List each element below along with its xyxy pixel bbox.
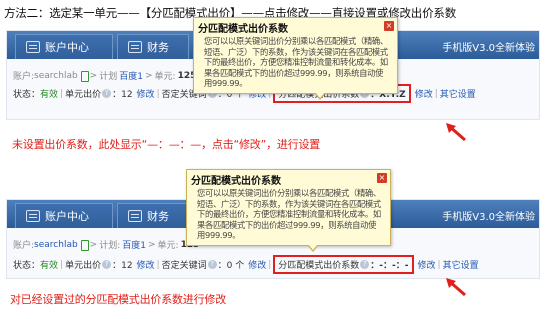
nav-tab-account-center[interactable]: 账户中心 bbox=[15, 203, 113, 228]
nav-tab-label: 账户中心 bbox=[45, 210, 89, 223]
divider: | bbox=[156, 88, 160, 99]
tooltip-title: 分匹配模式出价系数 bbox=[191, 176, 281, 187]
breadcrumb-account[interactable]: searchlab bbox=[34, 71, 78, 81]
status-badge: 有效 bbox=[40, 261, 59, 271]
other-settings-link[interactable]: 其它设置 bbox=[443, 258, 479, 271]
unit-bid-label: 单元出价 bbox=[65, 90, 102, 100]
breadcrumb-account-label: 账户: bbox=[13, 241, 35, 251]
divider: | bbox=[437, 259, 441, 270]
unit-bid-value: ：12 bbox=[112, 90, 133, 100]
bid-coefficient-value: ：-：-：- bbox=[370, 261, 409, 271]
edit-bid-link[interactable]: 修改 bbox=[137, 258, 155, 271]
tooltip-body: 您可以以原关键词出价分别乘以各匹配模式（精确、短语、广泛）下的系数，作为该关键词… bbox=[204, 36, 388, 88]
bid-coefficient-label: 分匹配模式出价系数 bbox=[278, 261, 360, 271]
nav-tab-label: 账户中心 bbox=[45, 41, 89, 54]
breadcrumb-separator: > bbox=[89, 239, 98, 250]
breadcrumb: 账户: searchlab > 计划: 百度1 > 单元: 125 bbox=[13, 238, 199, 251]
account-center-icon bbox=[26, 41, 40, 53]
breadcrumb-unit-label: 单元: bbox=[157, 241, 179, 251]
breadcrumb-separator: > bbox=[144, 70, 153, 81]
breadcrumb-separator: > bbox=[89, 70, 98, 81]
mobile-promo-link[interactable]: 手机版V3.0全新体验 bbox=[442, 39, 535, 54]
edit-coefficient-link[interactable]: 修改 bbox=[418, 258, 436, 271]
finance-icon bbox=[128, 210, 142, 222]
breadcrumb-plan[interactable]: 百度1 bbox=[119, 69, 143, 82]
divider: | bbox=[60, 88, 64, 99]
nav-tab-finance[interactable]: 财务 bbox=[117, 34, 189, 59]
negative-keywords-label: 否定关键词 bbox=[161, 261, 207, 271]
help-icon[interactable]: ? bbox=[207, 260, 217, 269]
status-label: 状态： bbox=[13, 261, 41, 271]
status-badge: 有效 bbox=[40, 90, 59, 100]
nav-tab-label: 财务 bbox=[147, 41, 169, 54]
negative-keywords-value: ：0 个 bbox=[217, 261, 245, 271]
close-icon[interactable]: × bbox=[384, 21, 394, 31]
unit-bid-value: ：12 bbox=[112, 261, 133, 271]
edit-coefficient-link[interactable]: 修改 bbox=[415, 87, 433, 100]
coefficient-help-tooltip: 分匹配模式出价系数 × 您可以以原关键词出价分别乘以各匹配模式（精确、短语、广泛… bbox=[193, 17, 398, 100]
breadcrumb-account-label: 账户: bbox=[13, 72, 35, 82]
divider: | bbox=[60, 259, 64, 270]
breadcrumb-plan-label: 计划: bbox=[99, 241, 121, 251]
breadcrumb-unit-label: 单元: bbox=[154, 72, 176, 82]
account-center-icon bbox=[26, 210, 40, 222]
edit-bid-link[interactable]: 修改 bbox=[137, 87, 155, 100]
nav-tab-account-center[interactable]: 账户中心 bbox=[15, 34, 113, 59]
annotation-note-2: 对已经设置过的分匹配模式出价系数进行修改 bbox=[10, 293, 226, 306]
coefficient-help-tooltip: 分匹配模式出价系数 × 您可以以原关键词出价分别乘以各匹配模式（精确、短语、广泛… bbox=[186, 169, 391, 252]
phone-icon bbox=[80, 71, 89, 82]
pointer-arrow-icon bbox=[446, 278, 466, 297]
breadcrumb-separator: > bbox=[148, 239, 156, 250]
unit-status-row: 状态： 有效 | 单元出价 ? ：12 修改 | 否定关键词 ? ：0 个 修改… bbox=[13, 255, 479, 274]
help-icon[interactable]: ? bbox=[102, 260, 112, 269]
divider: | bbox=[156, 259, 160, 270]
breadcrumb-plan-label: 计划 bbox=[99, 72, 118, 82]
help-icon[interactable]: ? bbox=[360, 260, 370, 269]
nav-tab-label: 财务 bbox=[147, 210, 169, 223]
status-label: 状态： bbox=[13, 90, 41, 100]
bid-coefficient-highlight: 分匹配模式出价系数 ? ：-：-：- bbox=[273, 255, 414, 274]
help-icon[interactable]: ? bbox=[102, 89, 112, 98]
edit-negative-keywords-link[interactable]: 修改 bbox=[248, 258, 266, 271]
close-icon[interactable]: × bbox=[377, 173, 387, 183]
mobile-promo-link[interactable]: 手机版V3.0全新体验 bbox=[442, 208, 535, 223]
nav-tab-finance[interactable]: 财务 bbox=[117, 203, 189, 228]
phone-icon bbox=[80, 240, 89, 251]
tooltip-pointer bbox=[307, 243, 319, 252]
finance-icon bbox=[128, 41, 142, 53]
tooltip-title: 分匹配模式出价系数 bbox=[198, 24, 288, 35]
breadcrumb: 账户: searchlab > 计划 百度1 > 单元: 125 bbox=[13, 69, 196, 82]
other-settings-link[interactable]: 其它设置 bbox=[440, 87, 476, 100]
unit-bid-label: 单元出价 bbox=[65, 261, 102, 271]
breadcrumb-plan[interactable]: 百度1 bbox=[122, 238, 146, 251]
annotation-note-1: 未设置出价系数，此处显示“—：—：—，点击“修改”，进行设置 bbox=[12, 138, 321, 151]
tooltip-body: 您可以以原关键词出价分别乘以各匹配模式（精确、短语、广泛）下的系数，作为该关键词… bbox=[197, 188, 381, 240]
breadcrumb-account[interactable]: searchlab bbox=[34, 240, 78, 250]
tooltip-pointer bbox=[314, 91, 326, 100]
pointer-arrow-icon bbox=[446, 123, 466, 142]
divider: | bbox=[434, 88, 438, 99]
divider: | bbox=[268, 259, 272, 270]
